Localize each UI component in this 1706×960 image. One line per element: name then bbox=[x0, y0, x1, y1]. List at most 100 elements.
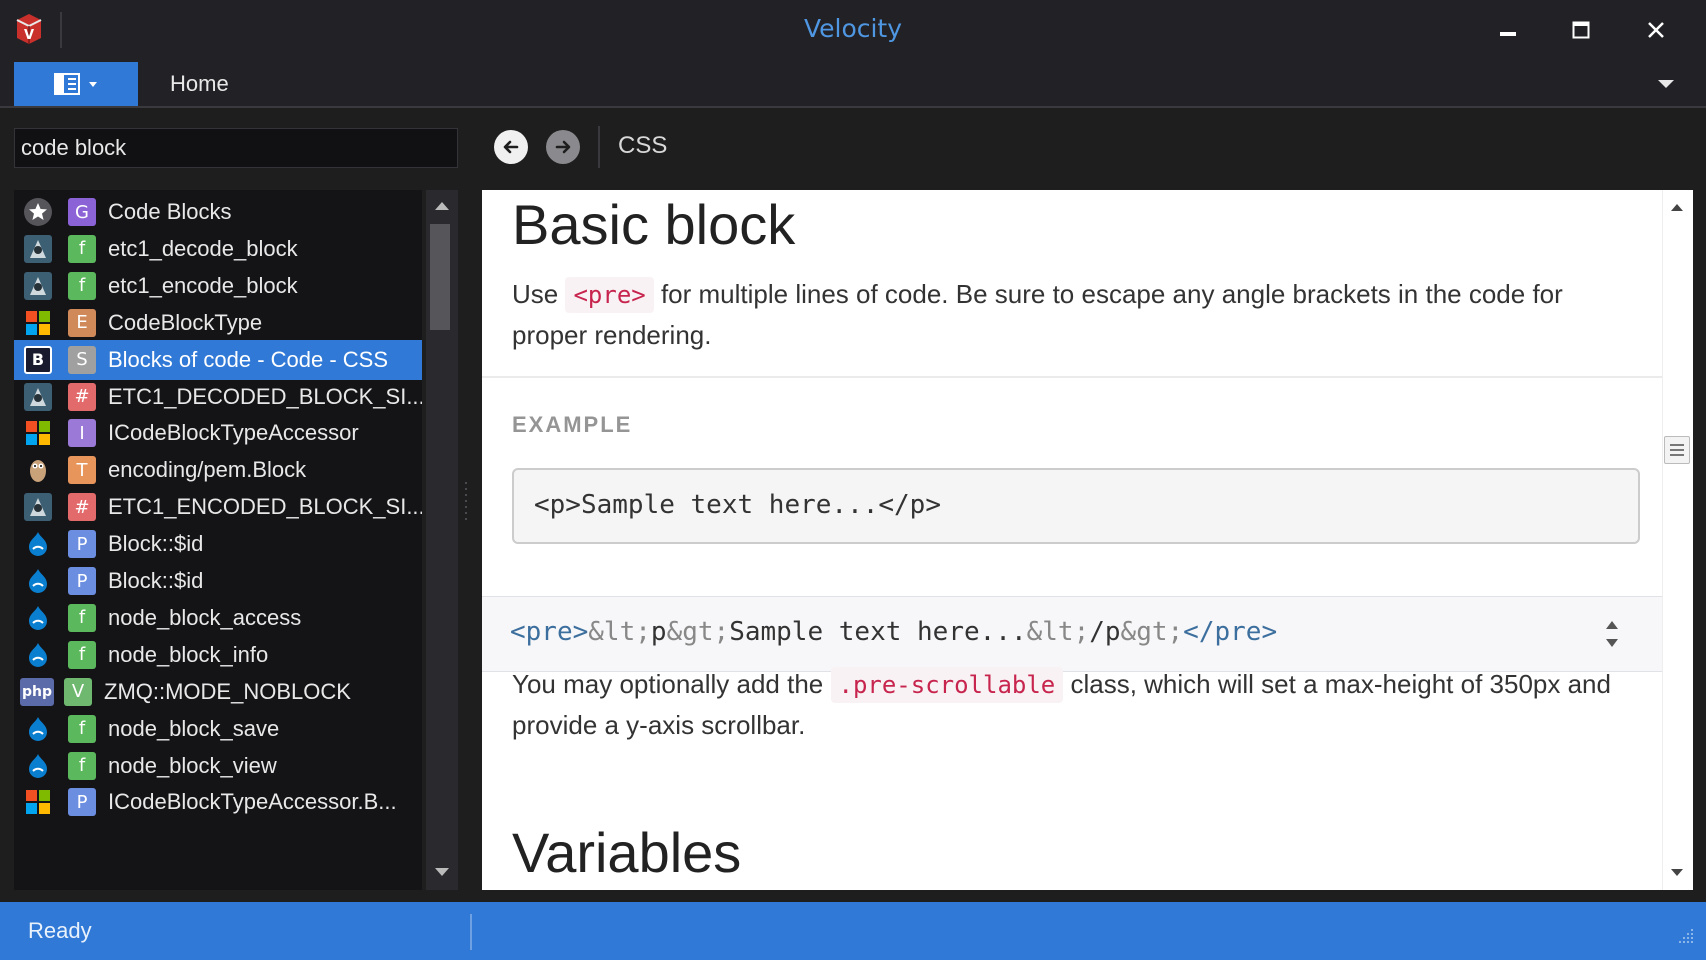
drupal-drop-icon bbox=[24, 604, 52, 632]
windows-docset-icon bbox=[24, 788, 52, 816]
result-label: Block::$id bbox=[108, 568, 204, 593]
result-label: node_block_view bbox=[108, 752, 277, 778]
chevron-down-icon bbox=[89, 82, 97, 87]
window-title: Velocity bbox=[803, 14, 903, 43]
doc-content: Basic block Use <pre> for multiple lines… bbox=[482, 190, 1662, 890]
forward-button[interactable] bbox=[546, 130, 580, 164]
code-token: </pre> bbox=[1183, 617, 1278, 647]
code-token: p bbox=[650, 617, 667, 647]
result-label: Blocks of code - Code - CSS bbox=[108, 346, 389, 372]
result-item[interactable]: B S Blocks of code - Code - CSS bbox=[14, 339, 422, 380]
result-item[interactable]: f etc1_encode_block bbox=[14, 266, 422, 306]
chevron-down-icon bbox=[1658, 80, 1674, 88]
result-item[interactable]: f node_block_view bbox=[14, 746, 422, 786]
code-token: &lt; bbox=[1026, 617, 1090, 647]
section-heading: Variables bbox=[512, 821, 742, 884]
code-token: &gt; bbox=[666, 617, 730, 647]
drupal-drop-icon bbox=[24, 530, 52, 558]
result-label: etc1_encode_block bbox=[108, 272, 298, 298]
spinner-arrows-icon bbox=[1606, 621, 1618, 647]
paragraph: Use <pre> for multiple lines of code. Be… bbox=[512, 274, 1642, 355]
entry-type-icon: I bbox=[68, 419, 96, 448]
android-ndk-docset-icon bbox=[24, 493, 52, 522]
result-item[interactable]: I ICodeBlockTypeAccessor bbox=[14, 413, 422, 453]
bootstrap-docset-icon: B bbox=[24, 345, 52, 374]
tab-home[interactable]: Home bbox=[170, 71, 229, 97]
entry-type-icon: P bbox=[68, 530, 96, 559]
result-item[interactable]: E CodeBlockType bbox=[14, 303, 422, 343]
back-button[interactable] bbox=[494, 130, 528, 164]
android-ndk-docset-icon bbox=[24, 271, 52, 300]
android-ndk-docset-icon bbox=[24, 382, 52, 411]
content-scrollbar[interactable] bbox=[1662, 190, 1693, 890]
result-label: ETC1_DECODED_BLOCK_SI... bbox=[108, 383, 422, 409]
code-scroll-spinner[interactable] bbox=[1600, 617, 1624, 651]
result-item[interactable]: f node_block_save bbox=[14, 709, 422, 749]
scroll-up-button[interactable] bbox=[1666, 196, 1688, 218]
result-item[interactable]: # ETC1_DECODED_BLOCK_SI... bbox=[14, 377, 422, 417]
sidebar-toggle-button[interactable] bbox=[14, 62, 138, 106]
result-item[interactable]: f node_block_info bbox=[14, 635, 422, 675]
result-label: ICodeBlockTypeAccessor bbox=[108, 420, 359, 446]
result-item[interactable]: # ETC1_ENCODED_BLOCK_SI... bbox=[14, 487, 422, 527]
result-label: Code Blocks bbox=[108, 199, 232, 224]
close-icon bbox=[1648, 22, 1664, 38]
status-text: Ready bbox=[28, 918, 92, 943]
minimize-icon bbox=[1500, 32, 1516, 36]
result-label: Block::$id bbox=[108, 531, 204, 557]
search-input[interactable] bbox=[19, 129, 453, 167]
entry-type-icon: f bbox=[68, 640, 96, 669]
result-item[interactable]: P ICodeBlockTypeAccessor.B... bbox=[14, 782, 422, 822]
result-item[interactable]: f etc1_decode_block bbox=[14, 229, 422, 269]
result-label: ETC1_ENCODED_BLOCK_SI... bbox=[108, 494, 422, 520]
scroll-down-button[interactable] bbox=[426, 860, 458, 884]
paragraph: You may optionally add the .pre-scrollab… bbox=[512, 664, 1642, 745]
windows-docset-icon bbox=[24, 309, 52, 337]
content-scroll-thumb[interactable] bbox=[1664, 436, 1690, 464]
close-button[interactable] bbox=[1626, 8, 1686, 52]
entry-type-icon: S bbox=[68, 345, 96, 374]
favorite-star-icon bbox=[24, 198, 52, 226]
inline-code: .pre-scrollable bbox=[830, 667, 1064, 703]
result-item[interactable]: f node_block_access bbox=[14, 598, 422, 638]
android-ndk-docset-icon bbox=[24, 234, 52, 263]
result-item[interactable]: Tencoding/pem.Block bbox=[14, 450, 422, 490]
entry-type-icon: f bbox=[68, 603, 96, 632]
minimize-button[interactable] bbox=[1478, 8, 1538, 52]
code-token: &lt; bbox=[588, 617, 651, 647]
entry-type-icon: f bbox=[68, 751, 96, 780]
scroll-up-button[interactable] bbox=[426, 194, 458, 218]
list-scroll-thumb[interactable] bbox=[430, 224, 450, 330]
tab-bar bbox=[0, 60, 1706, 108]
result-label: etc1_decode_block bbox=[108, 235, 298, 261]
result-label: node_block_save bbox=[108, 715, 280, 741]
maximize-button[interactable] bbox=[1551, 8, 1611, 52]
code-token: <pre> bbox=[510, 617, 589, 647]
result-item[interactable]: P Block::$id bbox=[14, 561, 422, 601]
inline-code: <pre> bbox=[565, 277, 654, 313]
code-token: &gt; bbox=[1120, 617, 1184, 647]
result-item[interactable]: php V ZMQ::MODE_NOBLOCK bbox=[14, 672, 422, 712]
paragraph-text: You may optionally add the bbox=[512, 669, 831, 699]
code-token: Sample text here... bbox=[729, 617, 1027, 647]
drupal-drop-icon bbox=[24, 641, 52, 669]
entry-type-icon: G bbox=[68, 198, 96, 226]
go-gopher-icon bbox=[24, 456, 52, 484]
section-heading: Basic block bbox=[512, 193, 796, 256]
result-label: CodeBlockType bbox=[108, 309, 263, 335]
example-label: EXAMPLE bbox=[512, 412, 633, 437]
windows-docset-icon bbox=[24, 419, 52, 447]
result-label: encoding/pem.Block bbox=[108, 457, 307, 483]
result-item[interactable]: P Block::$id bbox=[14, 524, 422, 564]
result-item[interactable]: G Code Blocks bbox=[14, 192, 422, 232]
maximize-icon bbox=[1572, 21, 1590, 39]
splitter-handle[interactable] bbox=[464, 480, 470, 524]
entry-type-icon: V bbox=[64, 677, 92, 706]
sidebar-layout-icon bbox=[54, 73, 80, 95]
result-label: node_block_access bbox=[108, 604, 302, 630]
resize-grip[interactable] bbox=[1676, 926, 1696, 946]
scroll-down-button[interactable] bbox=[1666, 862, 1688, 884]
tabs-menu-button[interactable] bbox=[1650, 72, 1682, 96]
chevron-down-icon bbox=[435, 868, 449, 876]
entry-type-icon: # bbox=[68, 382, 96, 411]
